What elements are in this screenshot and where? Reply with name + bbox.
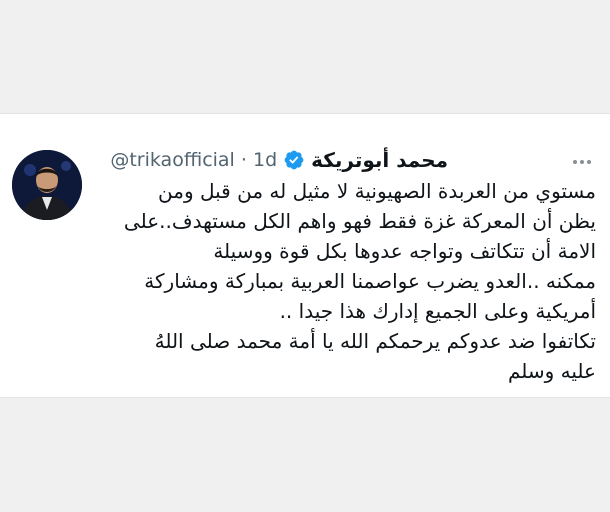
- tweet-card[interactable]: @trikaofficial · 1d محمد أبوتريكة مستوي …: [0, 113, 610, 398]
- tweet-meta: @trikaofficial · 1d: [110, 149, 277, 171]
- user-handle[interactable]: @trikaofficial: [110, 149, 235, 171]
- tweet-text-line: يظن أن المعركة غزة فقط فهو واهم الكل مست…: [123, 209, 596, 233]
- tweet-text-line: الامة أن تتكاتف وتواجه عدوها بكل قوة ووس…: [213, 239, 596, 263]
- display-name[interactable]: محمد أبوتريكة: [311, 148, 448, 172]
- verified-badge-icon: [284, 150, 304, 170]
- tweet-header: @trikaofficial · 1d محمد أبوتريكة: [110, 148, 448, 172]
- more-horizontal-icon[interactable]: [568, 154, 596, 170]
- avatar[interactable]: [12, 150, 82, 220]
- tweet-text-line: مستوي من العربدة الصهيونية لا مثيل له من…: [158, 179, 596, 203]
- tweet-text: مستوي من العربدة الصهيونية لا مثيل له من…: [96, 176, 596, 386]
- tweet-text-line: ممكنه ..العدو يضرب عواصمنا العربية بمبار…: [144, 269, 596, 293]
- tweet-text-line: أمريكية وعلى الجميع إدارك هذا جيدا ..: [279, 299, 596, 323]
- avatar-photo-icon: [12, 150, 82, 220]
- tweet-text-line: تكاتفوا ضد عدوكم يرحمكم الله يا أمة محمد…: [154, 329, 596, 353]
- tweet-time[interactable]: 1d: [253, 149, 277, 171]
- tweet-text-line: عليه وسلم: [507, 359, 596, 383]
- meta-separator: ·: [240, 149, 247, 171]
